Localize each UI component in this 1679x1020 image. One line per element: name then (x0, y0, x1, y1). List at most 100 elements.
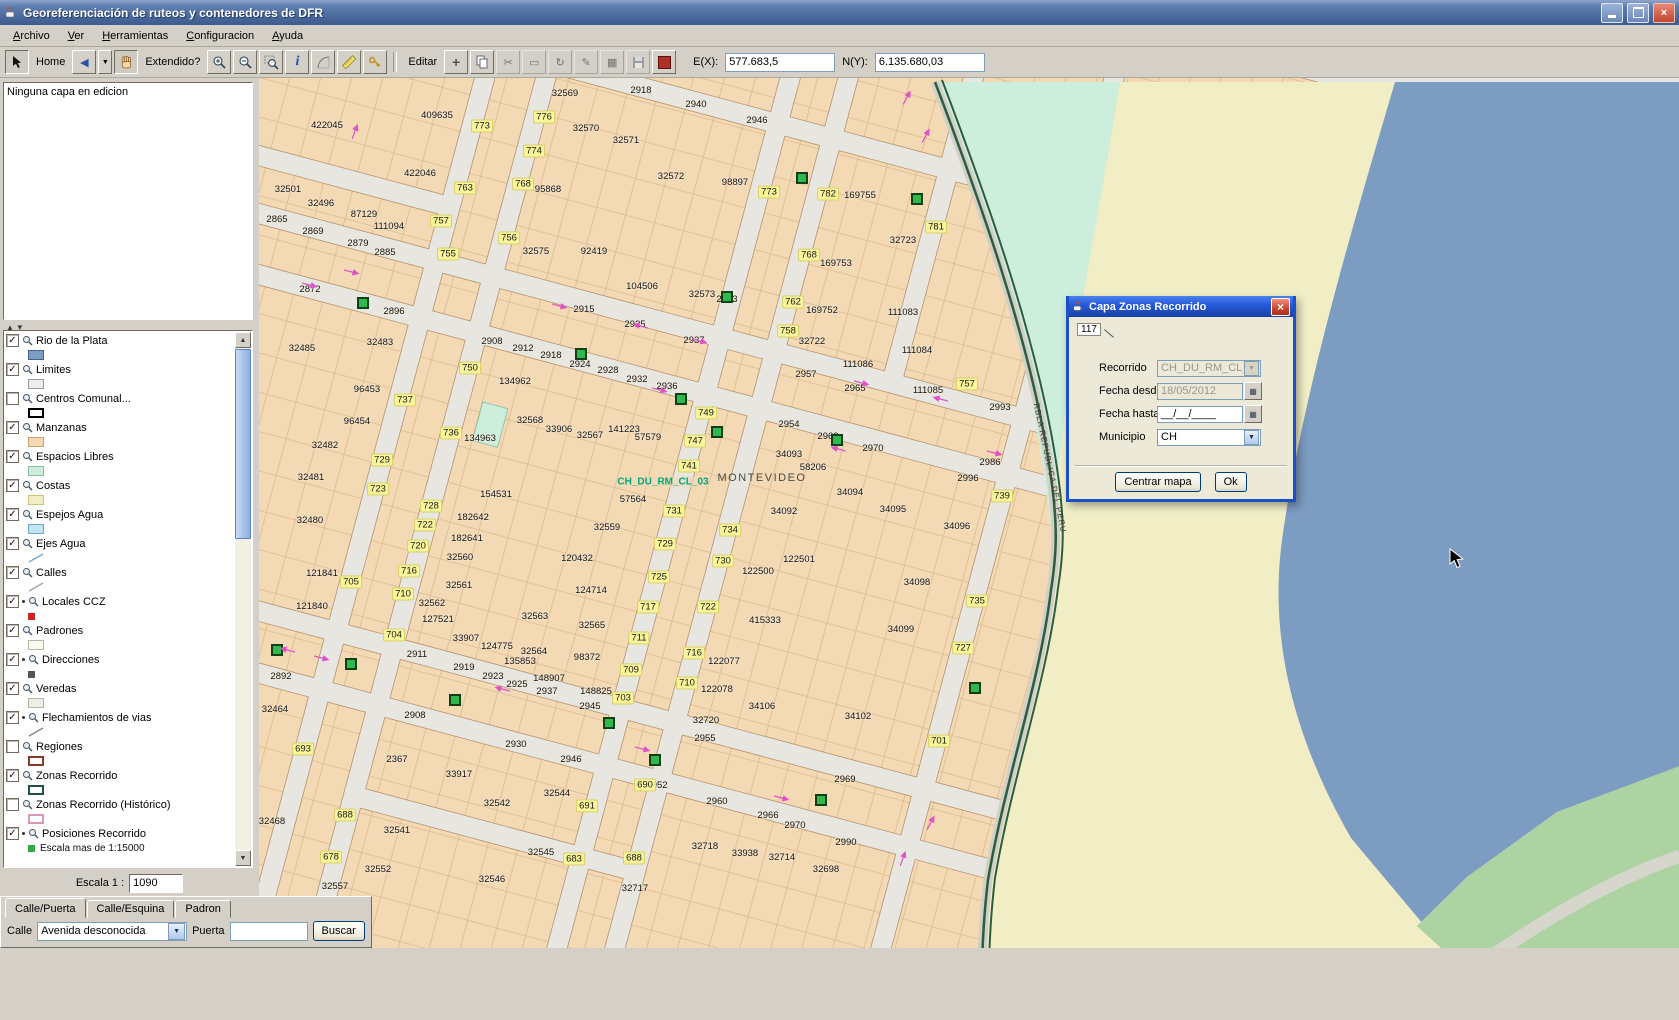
container-marker[interactable] (575, 348, 587, 360)
layer-checkbox[interactable]: ✓ (6, 682, 19, 695)
y-coordinate-field[interactable] (874, 52, 985, 72)
container-marker[interactable] (911, 193, 923, 205)
layer-checkbox[interactable]: ✓ (6, 595, 19, 608)
layer-checkbox[interactable]: ✓ (6, 508, 19, 521)
container-marker[interactable] (603, 717, 615, 729)
layer-item-centros-comunal[interactable]: Centros Comunal... (6, 391, 235, 406)
stop-edit-button[interactable] (652, 50, 677, 74)
layer-checkbox[interactable] (6, 740, 19, 753)
dropdown-arrow-icon[interactable]: ▼ (1244, 429, 1259, 445)
back-dropdown-button[interactable]: ▼ (98, 50, 113, 74)
rotate-feature-button[interactable]: ↻ (548, 50, 573, 74)
container-marker[interactable] (675, 393, 687, 405)
layer-item-manzanas[interactable]: ✓ Manzanas (6, 420, 235, 435)
layer-item-calles[interactable]: ✓ Calles (6, 565, 235, 580)
container-marker[interactable] (815, 794, 827, 806)
layer-item-veredas[interactable]: ✓ Veredas (6, 681, 235, 696)
layer-item-regiones[interactable]: Regiones (6, 739, 235, 754)
layer-item-espejos-agua[interactable]: ✓ Espejos Agua (6, 507, 235, 522)
layer-checkbox[interactable] (6, 392, 19, 405)
add-feature-button[interactable]: + (444, 50, 469, 74)
grid-edit-button[interactable]: ▦ (600, 50, 625, 74)
layer-checkbox[interactable]: ✓ (6, 653, 19, 666)
buscar-button[interactable]: Buscar (312, 921, 365, 941)
layer-item-costas[interactable]: ✓ Costas (6, 478, 235, 493)
back-button[interactable]: ◀ (72, 50, 97, 74)
layer-checkbox[interactable]: ✓ (6, 566, 19, 579)
container-marker[interactable] (345, 658, 357, 670)
copy-button[interactable] (470, 50, 495, 74)
layer-checkbox[interactable]: ✓ (6, 624, 19, 637)
layer-checkbox[interactable]: ✓ (6, 769, 19, 782)
pan-tool-button[interactable] (114, 50, 139, 74)
container-marker[interactable] (449, 694, 461, 706)
cut-button[interactable]: ✂ (496, 50, 521, 74)
layer-checkbox[interactable]: ✓ (6, 334, 19, 347)
scale-input[interactable] (129, 873, 184, 893)
dialog-close-button[interactable]: × (1271, 297, 1290, 316)
scrollbar-thumb[interactable] (235, 349, 251, 539)
layer-checkbox[interactable]: ✓ (6, 537, 19, 550)
ok-button[interactable]: Ok (1214, 472, 1247, 492)
layer-item-padrones[interactable]: ✓ Padrones (6, 623, 235, 638)
zoom-in-button[interactable] (207, 50, 232, 74)
layer-item-ejes-agua[interactable]: ✓ Ejes Agua (6, 536, 235, 551)
layer-checkbox[interactable]: ✓ (6, 421, 19, 434)
layer-item-rio-de-la-plata[interactable]: ✓ Rio de la Plata (6, 333, 235, 348)
layer-checkbox[interactable]: ✓ (6, 479, 19, 492)
layer-item-direcciones[interactable]: ✓ Direcciones (6, 652, 235, 667)
centrar-mapa-button[interactable]: Centrar mapa (1115, 472, 1201, 492)
menu-ver[interactable]: Ver (59, 27, 94, 45)
x-coordinate-field[interactable] (725, 52, 836, 72)
edit-vertex-button[interactable]: ✎ (574, 50, 599, 74)
scroll-up-button[interactable]: ▲ (235, 332, 251, 348)
measure-angle-button[interactable] (311, 50, 336, 74)
home-label[interactable]: Home (31, 56, 70, 68)
container-marker[interactable] (796, 172, 808, 184)
menu-archivo[interactable]: Archivo (4, 27, 59, 45)
layer-checkbox[interactable]: ✓ (6, 711, 19, 724)
key-tool-button[interactable] (363, 50, 388, 74)
layer-item-limites[interactable]: ✓ Limites (6, 362, 235, 377)
zoom-out-button[interactable] (233, 50, 258, 74)
layer-list-scrollbar[interactable]: ▲ ▼ (235, 332, 251, 866)
close-button[interactable]: × (1653, 2, 1675, 23)
tab-calle-esquina[interactable]: Calle/Esquina (86, 900, 175, 918)
geometry-edit-button[interactable]: ▭ (522, 50, 547, 74)
menu-ayuda[interactable]: Ayuda (263, 27, 312, 45)
calendar-button[interactable]: ▦ (1244, 405, 1262, 423)
layer-item-zonas-recorrido-hist-rico[interactable]: Zonas Recorrido (Histórico) (6, 797, 235, 812)
restore-button[interactable] (1627, 2, 1649, 23)
fecha-hasta-field[interactable]: __/__/____ (1157, 405, 1243, 423)
layer-item-locales-ccz[interactable]: ✓ Locales CCZ (6, 594, 235, 609)
puerta-input[interactable] (229, 921, 308, 941)
zoom-box-button[interactable] (259, 50, 284, 74)
container-marker[interactable] (649, 754, 661, 766)
layer-item-posiciones-recorrido[interactable]: ✓ Posiciones Recorrido (6, 826, 235, 841)
container-marker[interactable] (721, 291, 733, 303)
layer-checkbox[interactable]: ✓ (6, 827, 19, 840)
save-edits-button[interactable] (626, 50, 651, 74)
municipio-combobox[interactable]: CH ▼ (1157, 428, 1261, 446)
measure-distance-button[interactable] (337, 50, 362, 74)
calle-combobox[interactable]: Avenida desconocida ▼ (37, 921, 188, 941)
minimize-button[interactable] (1601, 2, 1623, 23)
container-marker[interactable] (969, 682, 981, 694)
calendar-button[interactable]: ▦ (1244, 382, 1262, 400)
dialog-title-bar[interactable]: Capa Zonas Recorrido × (1069, 296, 1293, 317)
tab-padron[interactable]: Padron (175, 900, 231, 918)
scroll-down-button[interactable]: ▼ (235, 850, 251, 866)
layer-checkbox[interactable]: ✓ (6, 363, 19, 376)
tab-calle-puerta[interactable]: Calle/Puerta (5, 898, 86, 918)
container-marker[interactable] (711, 426, 723, 438)
layer-item-zonas-recorrido[interactable]: ✓ Zonas Recorrido (6, 768, 235, 783)
select-tool-button[interactable] (5, 50, 29, 74)
layer-checkbox[interactable] (6, 798, 19, 811)
calle-dropdown-icon[interactable]: ▼ (168, 922, 186, 940)
layer-checkbox[interactable]: ✓ (6, 450, 19, 463)
layer-item-flechamientos-de-vias[interactable]: ✓ Flechamientos de vias (6, 710, 235, 725)
container-marker[interactable] (357, 297, 369, 309)
menu-configuracion[interactable]: Configuracion (177, 27, 263, 45)
menu-herramientas[interactable]: Herramientas (93, 27, 177, 45)
info-tool-button[interactable]: i (285, 50, 310, 74)
